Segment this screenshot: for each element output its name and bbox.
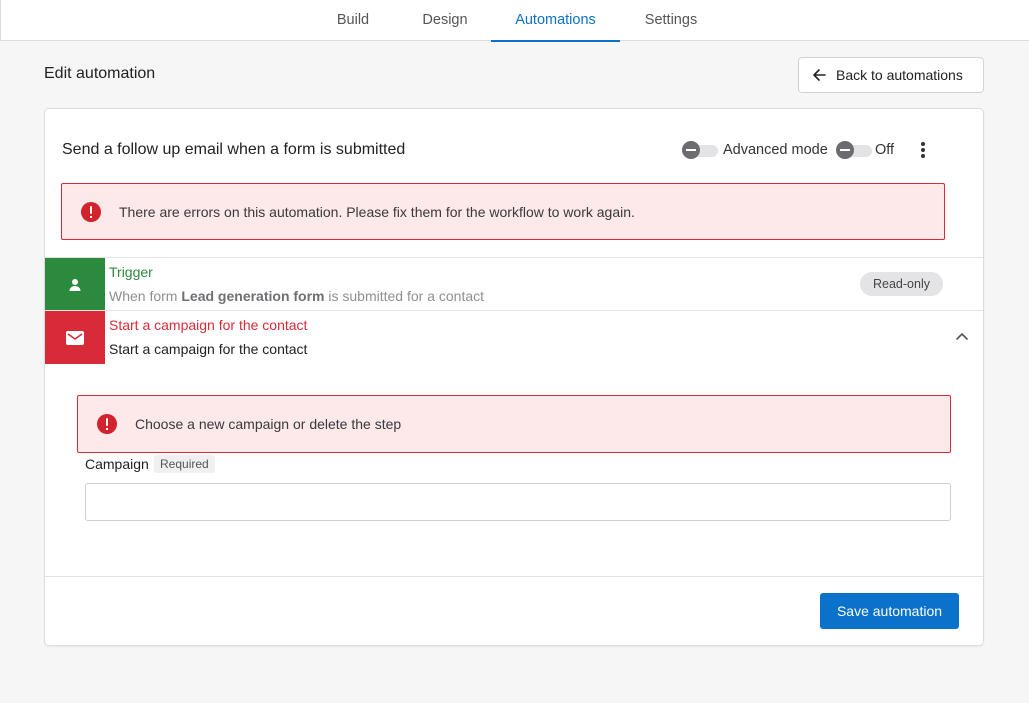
automation-status-toggle[interactable] bbox=[836, 141, 872, 159]
toggle-knob bbox=[682, 141, 700, 159]
error-circle-icon bbox=[81, 201, 101, 222]
trigger-title: Trigger bbox=[109, 264, 153, 280]
automation-error-alert: There are errors on this automation. Ple… bbox=[61, 183, 945, 240]
campaign-error-alert: Choose a new campaign or delete the step bbox=[77, 395, 951, 453]
tab-settings[interactable]: Settings bbox=[631, 0, 711, 41]
page-title: Edit automation bbox=[44, 65, 156, 82]
back-button-label: Back to automations bbox=[836, 67, 963, 83]
tab-build[interactable]: Build bbox=[321, 0, 385, 41]
save-automation-button[interactable]: Save automation bbox=[820, 593, 959, 629]
envelope-icon bbox=[66, 330, 84, 345]
arrow-left-icon bbox=[813, 69, 826, 81]
automation-error-message: There are errors on this automation. Ple… bbox=[119, 203, 635, 220]
automation-status-label: Off bbox=[875, 142, 895, 158]
error-circle-icon bbox=[97, 414, 117, 434]
campaign-input[interactable] bbox=[85, 483, 951, 521]
trigger-form-name: Lead generation form bbox=[181, 288, 325, 304]
toggle-knob bbox=[836, 141, 854, 159]
trigger-description: When form Lead generation form is submit… bbox=[109, 288, 485, 304]
more-vertical-icon[interactable] bbox=[915, 139, 931, 161]
advanced-mode-label: Advanced mode bbox=[723, 142, 828, 158]
top-tab-bar: Build Design Automations Settings bbox=[0, 0, 1029, 42]
action-title: Start a campaign for the contact bbox=[109, 317, 308, 333]
automation-card: Send a follow up email when a form is su… bbox=[44, 108, 984, 646]
advanced-mode-toggle[interactable] bbox=[682, 141, 718, 159]
tab-design[interactable]: Design bbox=[405, 0, 485, 41]
action-step[interactable]: Start a campaign for the contact Start a… bbox=[45, 310, 983, 364]
tab-automations[interactable]: Automations bbox=[491, 0, 620, 42]
action-description: Start a campaign for the contact bbox=[109, 341, 308, 357]
read-only-badge: Read-only bbox=[860, 272, 943, 296]
chevron-up-icon[interactable] bbox=[955, 331, 969, 341]
trigger-badge bbox=[45, 258, 105, 311]
trigger-step[interactable]: Trigger When form Lead generation form i… bbox=[45, 257, 983, 311]
campaign-field-label: Campaign bbox=[85, 456, 149, 472]
automation-title: Send a follow up email when a form is su… bbox=[62, 141, 406, 158]
person-icon bbox=[69, 278, 81, 291]
action-badge bbox=[45, 311, 105, 364]
back-to-automations-button[interactable]: Back to automations bbox=[798, 57, 984, 93]
campaign-error-message: Choose a new campaign or delete the step bbox=[135, 416, 402, 432]
required-tag: Required bbox=[154, 455, 215, 473]
card-footer: Save automation bbox=[45, 576, 983, 645]
